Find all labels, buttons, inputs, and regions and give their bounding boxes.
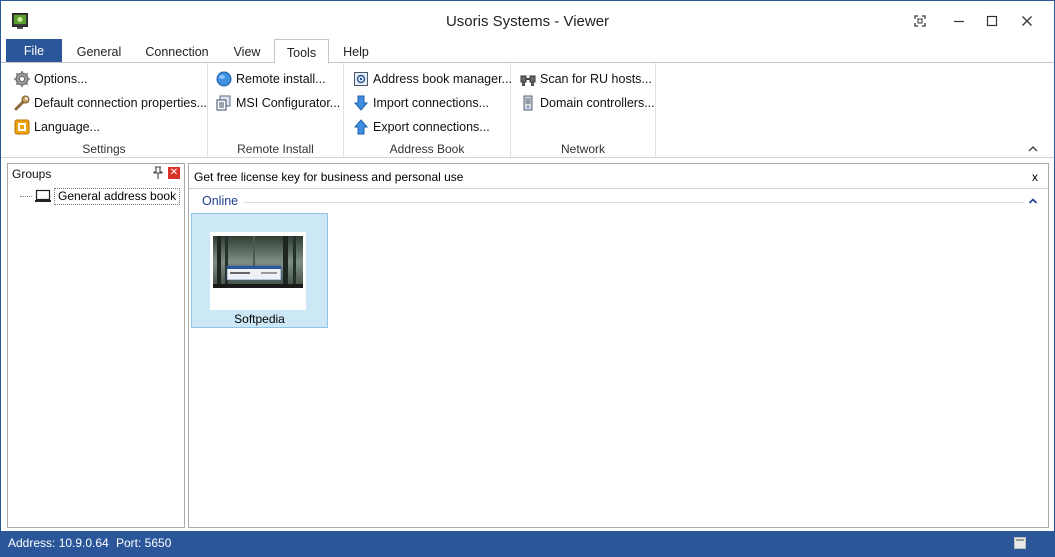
tree-item-general-address-book[interactable]: General address book — [20, 187, 181, 205]
address-book-group-label: Address Book — [389, 142, 465, 156]
section-title-online: Online — [202, 194, 239, 208]
ribbon-group-settings: Options... Default connection properties… — [1, 63, 208, 158]
scan-for-ru-hosts-label: Scan for RU hosts... — [540, 72, 652, 86]
ribbon-tabs: File General Connection View Tools Help — [1, 39, 1054, 64]
ribbon-panel: Options... Default connection properties… — [1, 62, 1054, 158]
globe-icon — [215, 71, 232, 88]
server-icon — [519, 95, 536, 112]
language-icon — [13, 119, 30, 136]
address-book-icon — [352, 71, 369, 88]
msi-configurator-label: MSI Configurator... — [236, 96, 341, 110]
language-button[interactable]: Language... — [13, 116, 100, 138]
domain-controllers-label: Domain controllers... — [540, 96, 655, 110]
maximize-button[interactable] — [977, 9, 1007, 33]
arrow-down-icon — [352, 95, 369, 112]
status-address: Address: 10.9.0.64 — [8, 536, 109, 550]
import-connections-button[interactable]: Import connections... — [352, 92, 489, 114]
groups-pane-header: Groups ✕ — [8, 164, 184, 184]
app-window: Usoris Systems - Viewer File General Con… — [0, 0, 1055, 557]
tab-tools[interactable]: Tools — [274, 39, 329, 64]
section-divider — [244, 202, 1024, 203]
banner-close-button[interactable]: x — [1032, 170, 1038, 184]
tab-help[interactable]: Help — [335, 39, 377, 63]
ribbon-group-network: Scan for RU hosts... Domain controllers.… — [511, 63, 656, 158]
domain-controllers-button[interactable]: Domain controllers... — [519, 92, 655, 114]
close-button[interactable] — [1012, 9, 1042, 33]
groups-pane: Groups ✕ General address book — [7, 163, 185, 528]
network-scan-icon — [519, 71, 536, 88]
status-window-icon — [1014, 537, 1026, 549]
import-connections-label: Import connections... — [373, 96, 490, 110]
tree-connector — [20, 195, 32, 197]
fullscreen-icon — [914, 15, 926, 27]
license-banner-text: Get free license key for business and pe… — [194, 170, 464, 184]
wrench-icon — [13, 95, 30, 112]
status-bar: Address: 10.9.0.64 Port: 5650 — [1, 531, 1054, 556]
remote-install-button[interactable]: Remote install... — [215, 68, 326, 90]
tab-connection[interactable]: Connection — [137, 39, 217, 63]
license-banner: Get free license key for business and pe… — [189, 164, 1048, 189]
minimize-icon — [954, 20, 964, 23]
maximize-icon — [986, 15, 998, 27]
computer-icon — [35, 189, 51, 202]
fullscreen-button[interactable] — [905, 9, 935, 33]
connections-pane: Get free license key for business and pe… — [188, 163, 1049, 528]
close-pane-icon: ✕ — [169, 167, 179, 178]
tab-general[interactable]: General — [69, 39, 129, 63]
default-connection-properties-label: Default connection properties... — [34, 96, 208, 110]
options-label: Options... — [34, 72, 88, 86]
tree-item-label: General address book — [54, 187, 181, 205]
chevron-up-icon[interactable] — [1028, 197, 1038, 205]
export-connections-button[interactable]: Export connections... — [352, 116, 490, 138]
language-label: Language... — [34, 120, 101, 134]
remote-install-group-label: Remote Install — [237, 142, 314, 156]
gear-icon — [13, 71, 30, 88]
tile-thumbnail-frame — [210, 232, 306, 310]
tab-view[interactable]: View — [225, 39, 269, 63]
settings-group-label: Settings — [82, 142, 126, 156]
tile-label: Softpedia — [234, 312, 285, 326]
minimize-button[interactable] — [944, 9, 974, 33]
pin-icon[interactable] — [151, 166, 165, 180]
options-button[interactable]: Options... — [13, 68, 88, 90]
ribbon-group-remote-install: Remote install... MSI Configurator... Re… — [208, 63, 344, 158]
tab-file[interactable]: File — [6, 39, 62, 63]
msi-package-icon — [215, 95, 232, 112]
ribbon-group-address-book: Address book manager... Import connectio… — [344, 63, 512, 158]
status-port: Port: 5650 — [116, 536, 172, 550]
export-connections-label: Export connections... — [373, 120, 490, 134]
connection-tile-softpedia[interactable]: Softpedia — [191, 213, 328, 328]
chevron-up-icon[interactable] — [1026, 143, 1040, 155]
groups-pane-title: Groups — [12, 167, 52, 181]
scan-for-ru-hosts-button[interactable]: Scan for RU hosts... — [519, 68, 652, 90]
msi-configurator-button[interactable]: MSI Configurator... — [215, 92, 340, 114]
close-icon — [1022, 16, 1032, 26]
address-book-manager-button[interactable]: Address book manager... — [352, 68, 512, 90]
default-connection-properties-button[interactable]: Default connection properties... — [13, 92, 207, 114]
title-bar: Usoris Systems - Viewer — [1, 1, 1054, 39]
arrow-up-icon — [352, 119, 369, 136]
network-group-label: Network — [560, 142, 605, 156]
remote-screen-thumbnail — [213, 236, 303, 288]
window-title: Usoris Systems - Viewer — [445, 13, 610, 30]
address-book-manager-label: Address book manager... — [373, 72, 512, 86]
close-pane-button[interactable]: ✕ — [168, 167, 180, 179]
remote-install-label: Remote install... — [236, 72, 326, 86]
